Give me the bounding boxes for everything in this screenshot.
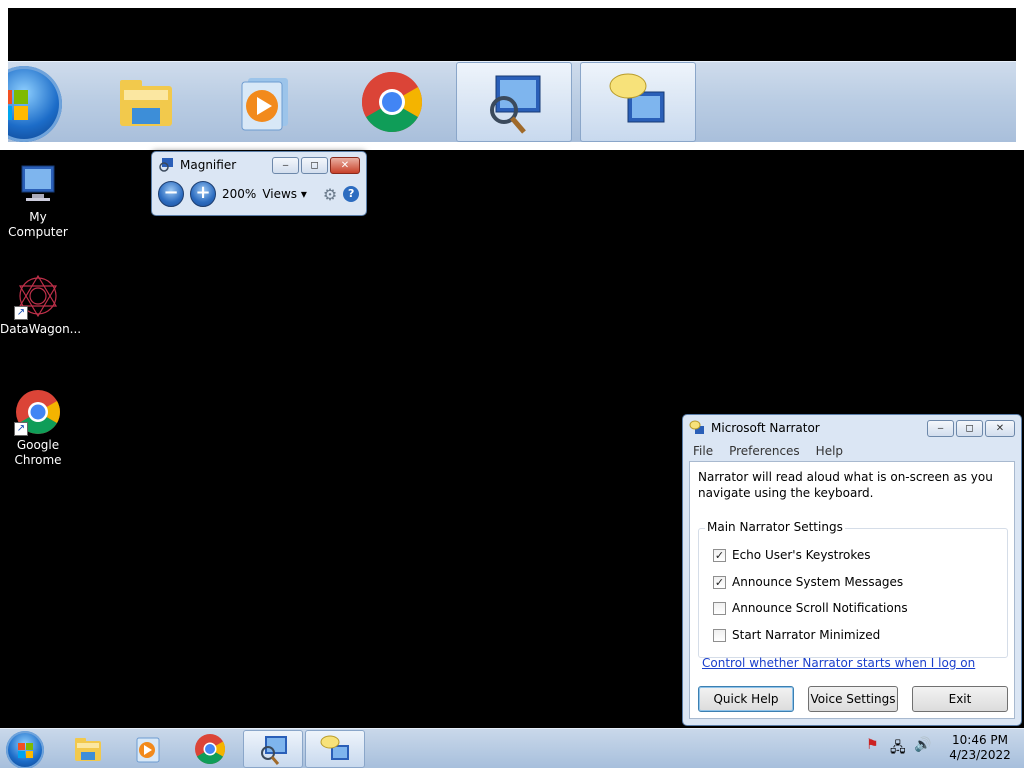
action-center-flag-icon[interactable]: ⚑ — [866, 737, 882, 753]
volume-icon[interactable]: 🔊 — [914, 737, 931, 753]
close-button[interactable]: ✕ — [985, 419, 1015, 437]
chrome-icon — [195, 734, 226, 765]
clock-time: 10:46 PM — [952, 733, 1008, 747]
narrator-window[interactable]: Microsoft Narrator ‒ ◻ ✕ File Preference… — [682, 414, 1022, 726]
narrator-client-area: Narrator will read aloud what is on-scre… — [689, 461, 1015, 719]
views-label: Views — [262, 187, 298, 201]
checkbox-box[interactable]: ✓ — [713, 548, 726, 562]
taskbar-media-player[interactable] — [118, 730, 178, 768]
shortcut-arrow-icon: ↗ — [14, 422, 28, 436]
start-minimized-checkbox[interactable]: Start Narrator Minimized — [713, 628, 880, 642]
exit-button[interactable]: Exit — [912, 686, 1008, 712]
window-title: Magnifier — [180, 158, 237, 172]
magnifier-app-icon — [159, 158, 173, 172]
help-icon[interactable]: ? — [343, 186, 360, 202]
main-settings-group: Main Narrator Settings ✓ Echo User's Key… — [698, 520, 1008, 658]
start-button[interactable] — [6, 731, 44, 768]
magnifier-lens-view — [0, 0, 1024, 150]
windows-logo-icon — [18, 743, 33, 758]
taskbar-magnifier[interactable] — [243, 730, 303, 768]
desktop-icon-my-computer[interactable]: My Computer — [0, 160, 76, 240]
magnified-media-player-icon — [208, 62, 324, 142]
taskbar-chrome[interactable] — [180, 730, 240, 768]
system-tray: ⚑ 🖧 🔊 — [866, 737, 931, 756]
magnified-chrome-icon — [334, 62, 450, 142]
menu-file[interactable]: File — [693, 444, 713, 458]
minimize-button[interactable]: ‒ — [927, 419, 954, 437]
shortcut-arrow-icon: ↗ — [14, 306, 28, 320]
media-player-icon — [136, 737, 160, 763]
magnified-explorer-icon — [88, 62, 204, 142]
datawagon-icon: ↗ — [14, 272, 62, 320]
close-button[interactable]: ✕ — [330, 156, 360, 174]
folder-icon — [75, 738, 101, 761]
restore-button[interactable]: ◻ — [956, 419, 983, 437]
zoom-out-button[interactable]: − — [158, 181, 184, 207]
logon-settings-link[interactable]: Control whether Narrator starts when I l… — [702, 656, 975, 670]
menu-help[interactable]: Help — [816, 444, 843, 458]
desktop-icon-label: Google Chrome — [14, 438, 62, 467]
magnified-taskbar — [8, 61, 1016, 142]
clock[interactable]: 10:46 PM 4/23/2022 — [940, 733, 1020, 763]
desktop-icon-label: DataWagon... — [0, 322, 82, 336]
taskbar-explorer[interactable] — [58, 730, 118, 768]
announce-system-messages-checkbox[interactable]: ✓ Announce System Messages — [713, 575, 903, 589]
magnifier-window[interactable]: Magnifier ‒ ◻ ✕ − + 200% Views ▾ ⚙ ? — [151, 151, 367, 216]
checkbox-label: Echo User's Keystrokes — [732, 548, 871, 562]
checkbox-label: Announce Scroll Notifications — [732, 601, 908, 615]
echo-keystrokes-checkbox[interactable]: ✓ Echo User's Keystrokes — [713, 548, 871, 562]
magnified-start-orb — [8, 66, 62, 142]
desktop-icon-label: My Computer — [8, 210, 68, 239]
taskbar-narrator[interactable] — [305, 730, 365, 768]
checkbox-box[interactable] — [713, 628, 726, 642]
chevron-down-icon: ▾ — [300, 187, 307, 201]
clock-date: 4/23/2022 — [949, 748, 1011, 762]
minimize-button[interactable]: ‒ — [272, 156, 299, 174]
magnifier-titlebar[interactable]: Magnifier ‒ ◻ ✕ — [152, 152, 366, 178]
narrator-icon — [320, 735, 349, 760]
magnifier-icon — [261, 736, 287, 765]
menu-preferences[interactable]: Preferences — [729, 444, 800, 458]
desktop-icon-google-chrome[interactable]: ↗ Google Chrome — [0, 388, 76, 468]
voice-settings-button[interactable]: Voice Settings — [808, 686, 898, 712]
quick-help-button[interactable]: Quick Help — [698, 686, 794, 712]
desktop-icon-datawagon[interactable]: ↗ DataWagon... — [0, 272, 82, 337]
magnifier-toolbar: − + 200% Views ▾ ⚙ ? — [152, 178, 366, 210]
computer-icon — [14, 160, 62, 208]
views-dropdown[interactable]: Views ▾ — [262, 187, 307, 201]
chrome-icon: ↗ — [14, 388, 62, 436]
narrator-description: Narrator will read aloud what is on-scre… — [698, 470, 993, 500]
checkbox-label: Start Narrator Minimized — [732, 628, 881, 642]
window-title: Microsoft Narrator — [711, 421, 820, 435]
checkbox-label: Announce System Messages — [732, 575, 904, 589]
announce-scroll-notifications-checkbox[interactable]: Announce Scroll Notifications — [713, 601, 908, 615]
zoom-level: 200% — [222, 187, 257, 201]
menu-bar: File Preferences Help — [683, 441, 1021, 461]
group-label: Main Narrator Settings — [705, 520, 845, 534]
magnified-narrator-icon — [580, 62, 696, 142]
taskbar: ⚑ 🖧 🔊 10:46 PM 4/23/2022 — [0, 728, 1024, 768]
narrator-app-icon — [689, 420, 704, 434]
checkbox-box[interactable]: ✓ — [713, 575, 726, 589]
zoom-in-button[interactable]: + — [190, 181, 216, 207]
network-icon[interactable]: 🖧 — [890, 737, 906, 756]
checkbox-box[interactable] — [713, 601, 726, 615]
magnified-magnifier-icon — [456, 62, 572, 142]
restore-button[interactable]: ◻ — [301, 156, 328, 174]
gear-icon[interactable]: ⚙ — [323, 185, 337, 204]
narrator-titlebar[interactable]: Microsoft Narrator ‒ ◻ ✕ — [683, 415, 1021, 441]
